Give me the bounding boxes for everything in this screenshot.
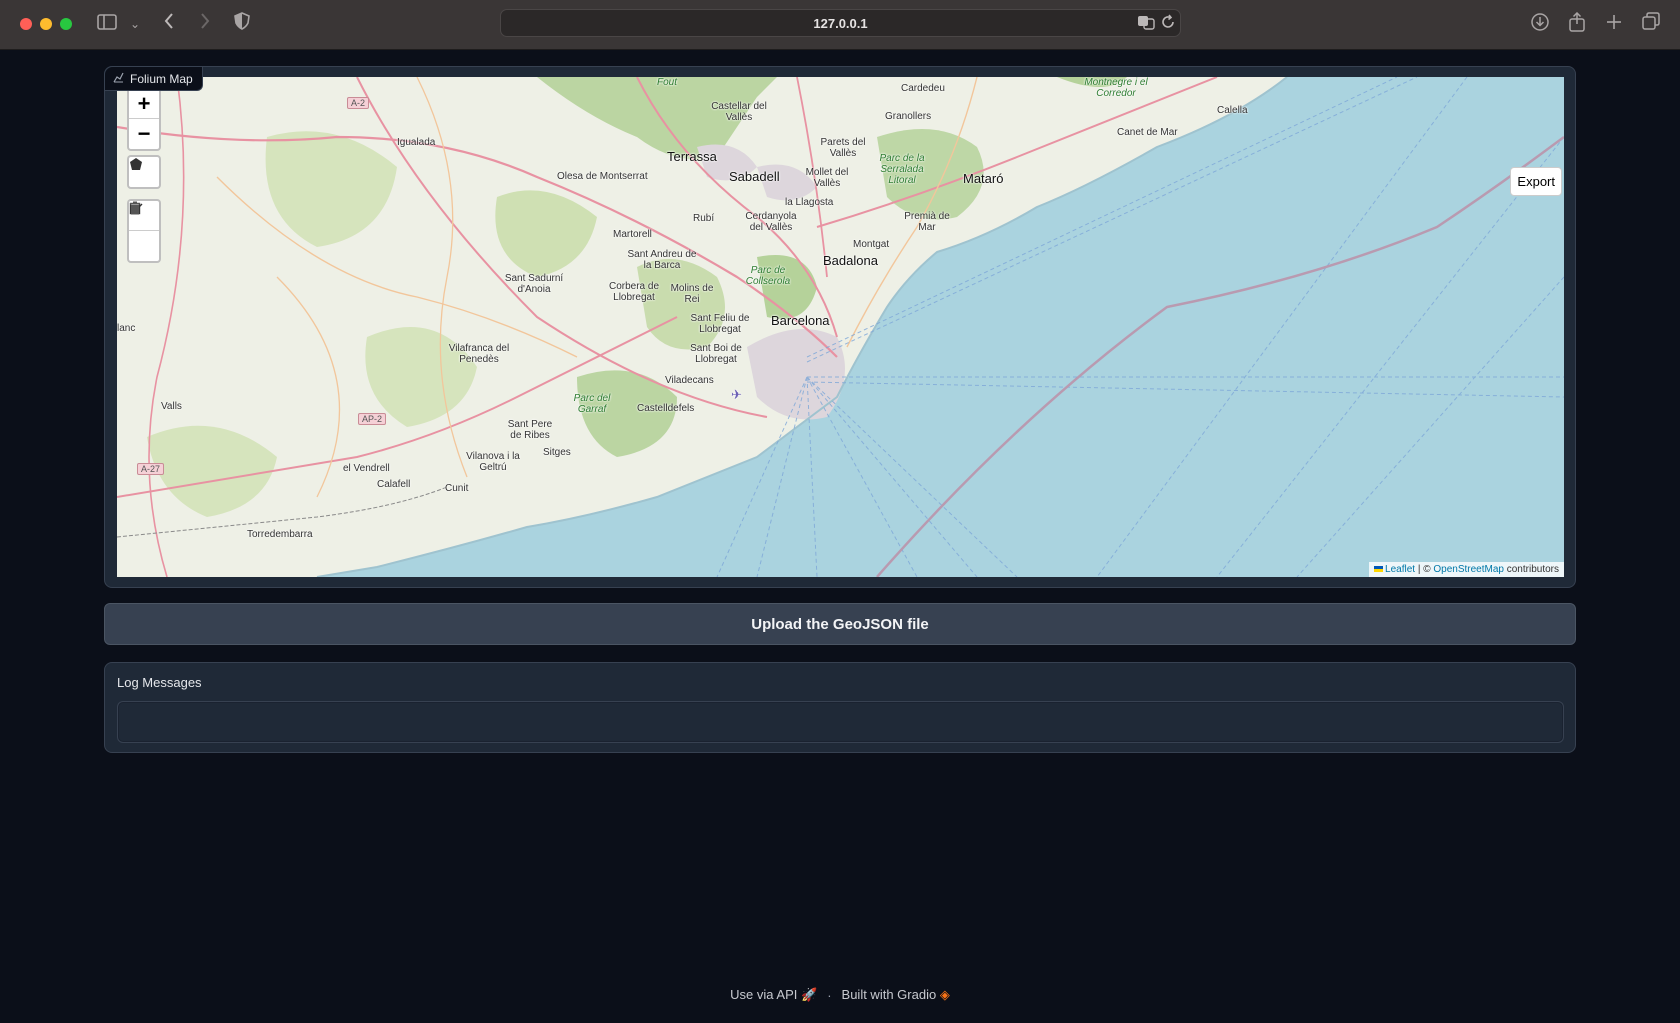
reload-icon[interactable] [1161,14,1175,33]
place-label: Cunit [445,483,469,494]
block-label-text: Folium Map [130,71,193,86]
map-canvas[interactable]: Igualada Castellar del Vallès Cardedeu G… [117,77,1564,577]
attribution-separator: | © [1415,564,1434,575]
airport-icon: ✈ [731,387,742,402]
place-label: lanc [117,323,136,334]
log-label: Log Messages [117,675,202,690]
place-label: Corbera de Llobregat [608,281,660,303]
place-label: Cerdanyola del Vallès [745,211,797,233]
translate-icon[interactable] [1137,14,1155,33]
edit-toolbar [127,199,161,263]
place-label: Calella [1217,105,1248,116]
place-label: Rubí [693,213,715,224]
place-label: Barcelona [771,313,830,328]
log-textbox[interactable] [117,701,1564,743]
place-label: Vilanova i la Geltrú [466,451,520,473]
place-label: Sant Feliu de Llobregat [690,313,750,335]
draw-toolbar [127,155,161,189]
osm-link[interactable]: OpenStreetMap [1433,564,1504,575]
api-link-text: Use via API [730,987,798,1002]
place-label: Sant Sadurní d'Anoia [504,273,564,295]
new-tab-icon[interactable] [1604,12,1624,36]
sidebar-icon[interactable] [96,12,118,36]
park-label: Fout [657,77,678,88]
zoom-out-button[interactable]: − [129,119,159,149]
place-label: Valls [161,401,182,412]
shield-icon[interactable] [232,12,252,36]
back-icon[interactable] [160,12,178,36]
gradio-link-text: Built with Gradio [841,987,937,1002]
share-icon[interactable] [1567,11,1587,36]
place-label: Terrassa [667,149,717,164]
gradio-logo-icon: ◈ [939,987,950,1002]
place-label: Cardedeu [901,83,945,94]
road-shield: AP-2 [358,413,387,425]
place-label: Mataró [963,171,1004,186]
trash-icon [130,201,140,215]
place-label: Castellar del Vallès [711,101,767,123]
place-label: Premià de Mar [904,211,950,233]
park-label: Parc del Garraf [573,393,611,415]
place-label: Granollers [885,111,932,122]
road-shield: A-27 [137,463,165,475]
place-label: Montgat [853,239,890,250]
url-text: 127.0.0.1 [813,16,868,31]
place-label: Martorell [613,229,652,240]
park-label: Parc de Collserola [745,265,791,287]
browser-toolbar: ⌄ 127.0.0.1 [0,0,1680,50]
delete-layers-button[interactable] [129,201,159,261]
place-label: Calafell [377,479,411,490]
park-label: Parc de la Serralada Litoral [879,153,925,186]
folium-map-block: Folium Map Igualada Castellar del Vallès… [104,66,1576,588]
chevron-down-icon[interactable]: ⌄ [128,12,142,36]
forward-icon[interactable] [196,12,214,36]
place-label: Mollet del Vallès [805,167,849,189]
place-label: Sant Pere de Ribes [507,419,553,441]
window-minimize-button[interactable] [40,18,52,30]
use-via-api-link[interactable]: Use via API 🚀 [730,987,817,1003]
window-close-button[interactable] [20,18,32,30]
place-label: Sant Boi de Llobregat [690,343,742,365]
window-zoom-button[interactable] [60,18,72,30]
upload-geojson-button[interactable]: Upload the GeoJSON file [104,603,1576,645]
place-label: Viladecans [665,375,714,386]
attribution-tail: contributors [1503,564,1559,575]
rocket-icon: 🚀 [801,987,818,1002]
place-label: Parets del Vallès [820,137,866,159]
place-label: el Vendrell [343,463,390,474]
built-with-gradio-link[interactable]: Built with Gradio ◈ [842,987,950,1003]
export-button[interactable]: Export [1510,167,1562,196]
place-label: Olesa de Montserrat [557,171,648,182]
block-label: Folium Map [105,67,203,91]
address-bar[interactable]: 127.0.0.1 [500,9,1181,37]
place-label: Torredembarra [247,529,313,540]
leaflet-link[interactable]: Leaflet [1385,564,1415,575]
leaflet-flag-icon [1374,566,1384,572]
park-label: Montnegre i el Corredor [1084,77,1148,99]
map-attribution: Leaflet | © OpenStreetMap contributors [1369,562,1564,577]
place-label: Igualada [397,137,436,148]
place-label: Molins de Rei [670,283,714,305]
place-label: la Llagosta [785,197,834,208]
place-label: Canet de Mar [1117,127,1178,138]
place-label: Sant Andreu de la Barca [627,249,697,271]
polygon-icon [130,158,142,170]
draw-polygon-button[interactable] [129,157,159,187]
tabs-icon[interactable] [1641,12,1661,36]
place-label: Badalona [823,253,878,268]
zoom-in-button[interactable]: + [129,89,159,119]
download-icon[interactable] [1530,12,1550,36]
place-label: Vilafranca del Penedès [448,343,510,365]
road-shield: A-2 [347,97,370,109]
place-label: Sabadell [729,169,780,184]
footer: Use via API 🚀 · Built with Gradio ◈ [0,987,1680,1003]
log-messages-block: Log Messages [104,662,1576,753]
map-icon [113,72,124,86]
zoom-control: + − [127,87,161,151]
place-label: Sitges [543,447,571,458]
place-label: Castelldefels [637,403,695,414]
footer-separator: · [827,987,832,1003]
